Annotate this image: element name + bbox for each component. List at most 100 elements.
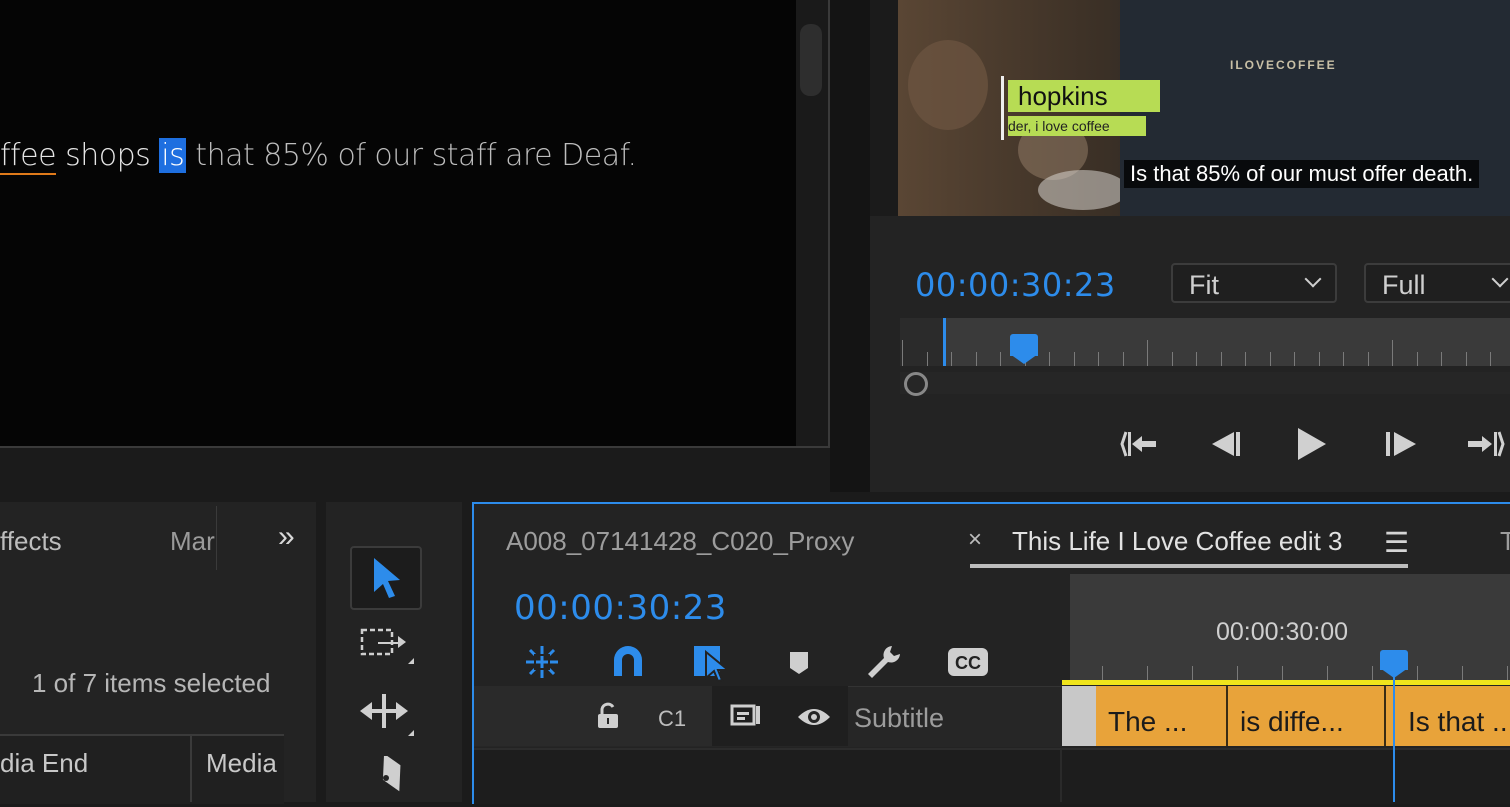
more-tabs-button[interactable]: » xyxy=(278,520,295,554)
transcript-word[interactable]: shops xyxy=(56,138,159,173)
tab-divider xyxy=(216,506,217,570)
selection-tool-button[interactable] xyxy=(350,546,422,610)
tab-markers[interactable]: Mar xyxy=(170,526,215,557)
step-forward-button[interactable] xyxy=(1382,424,1422,464)
caption-clip[interactable]: is diffe... xyxy=(1228,686,1386,746)
track-name[interactable]: Subtitle xyxy=(854,703,944,734)
track-target-c1[interactable]: C1 xyxy=(658,706,686,732)
panel-divider[interactable] xyxy=(830,0,870,492)
caption-clip[interactable]: Is that ... xyxy=(1386,686,1510,746)
apron-logo-text: ILOVECOFFEE xyxy=(1230,58,1337,72)
text-panel xyxy=(0,0,830,448)
panel-menu-icon[interactable]: ☰ xyxy=(1384,526,1409,559)
go-to-out-icon xyxy=(1468,431,1505,457)
monitor-playhead[interactable] xyxy=(1010,334,1038,356)
nest-sequence-icon xyxy=(526,646,558,678)
timeline-playhead-line[interactable] xyxy=(1393,670,1395,802)
selected-word[interactable]: is xyxy=(159,138,187,173)
ruler-tick xyxy=(1441,352,1442,366)
ruler-tick xyxy=(1367,352,1369,366)
snap-button[interactable] xyxy=(608,642,648,682)
ruler-tick xyxy=(1000,352,1001,366)
track-header-divider xyxy=(1060,750,1062,802)
ruler-tick xyxy=(1490,352,1491,366)
toggle-track-output-button[interactable] xyxy=(796,704,832,730)
play-button[interactable] xyxy=(1292,424,1332,464)
in-point-marker[interactable] xyxy=(943,318,946,366)
tab-effects[interactable]: ffects xyxy=(0,526,62,557)
go-to-in-icon xyxy=(1120,431,1156,457)
ruler-tick xyxy=(1465,352,1467,366)
go-to-out-button[interactable] xyxy=(1466,424,1506,464)
razor-blade-icon xyxy=(382,753,401,792)
monitor-playhead-tip xyxy=(1010,354,1038,364)
eye-icon xyxy=(798,709,830,725)
column-header-media-end[interactable]: dia End xyxy=(0,748,88,779)
monitor-zoom-scrollbar[interactable] xyxy=(900,372,1510,394)
program-timecode[interactable]: 00:00:30:23 xyxy=(915,266,1116,304)
zoom-scroll-handle[interactable] xyxy=(904,372,928,396)
work-area-bar[interactable] xyxy=(1062,680,1510,685)
ruler-tick xyxy=(1098,352,1099,366)
tab-sequence-proxy[interactable]: A008_07141428_C020_Proxy xyxy=(506,526,854,557)
ruler-tick xyxy=(1171,352,1173,366)
ruler-tick xyxy=(951,352,952,366)
selection-count: 1 of 7 items selected xyxy=(32,668,271,698)
go-to-in-button[interactable] xyxy=(1120,424,1160,464)
column-divider[interactable] xyxy=(190,736,192,802)
ruler-tick xyxy=(1269,352,1271,366)
sync-lock-button[interactable] xyxy=(728,700,764,732)
play-icon xyxy=(1298,428,1326,460)
sequence-timecode[interactable]: 00:00:30:23 xyxy=(514,588,727,628)
timeline-settings-button[interactable] xyxy=(864,642,904,682)
step-forward-icon xyxy=(1386,432,1416,456)
ripple-edit-tool-button[interactable] xyxy=(358,690,418,740)
linked-selection-button[interactable] xyxy=(692,642,732,683)
ruler-tick xyxy=(1122,352,1124,366)
step-back-button[interactable] xyxy=(1206,424,1246,464)
unlock-icon xyxy=(598,702,618,728)
svg-text:CC: CC xyxy=(955,653,981,673)
ruler-tick xyxy=(1343,352,1344,366)
ruler-tick xyxy=(1318,352,1320,366)
magnet-icon xyxy=(614,646,642,676)
zoom-level-select[interactable]: Fit xyxy=(1171,263,1337,303)
lower-third-name: hopkins xyxy=(1008,80,1160,112)
timeline-playhead[interactable] xyxy=(1380,650,1408,670)
video-bokeh xyxy=(908,40,988,130)
tab-next-sequence[interactable]: T xyxy=(1500,526,1510,557)
zoom-level-value: Fit xyxy=(1189,270,1219,300)
column-header-media[interactable]: Media xyxy=(206,748,277,779)
tab-sequence-active[interactable]: This Life I Love Coffee edit 3 xyxy=(1012,526,1343,557)
insert-nest-button[interactable] xyxy=(522,642,562,682)
resolution-select[interactable]: Full xyxy=(1364,263,1510,303)
ruler-tick xyxy=(975,352,977,366)
transcript-rest[interactable]: that 85% of our staff are Deaf. xyxy=(186,138,637,173)
step-back-icon xyxy=(1212,432,1240,456)
timeline-ruler-tick xyxy=(1462,666,1463,680)
ruler-tick xyxy=(1073,352,1075,366)
track-select-tool-button[interactable] xyxy=(358,624,418,674)
transcript-word[interactable]: ffee xyxy=(0,138,57,175)
ripple-edit-icon xyxy=(360,694,414,736)
timeline-ruler-tick xyxy=(1192,666,1193,680)
track-lock-button[interactable] xyxy=(596,702,620,735)
caption-clip[interactable]: The ... xyxy=(1096,686,1228,746)
clip-gap[interactable] xyxy=(1062,686,1096,746)
timeline-ruler-tick xyxy=(1102,666,1103,680)
add-marker-button[interactable] xyxy=(782,646,816,680)
track-empty-area[interactable] xyxy=(474,748,1510,804)
ruler-tick xyxy=(1294,352,1295,366)
scrollbar-thumb[interactable] xyxy=(800,24,822,96)
lower-third-bar xyxy=(1001,76,1004,140)
closed-captions-icon: CC xyxy=(948,648,988,676)
captions-button[interactable]: CC xyxy=(946,644,990,680)
timeline-ruler-tick xyxy=(1417,666,1418,680)
ruler-tick xyxy=(1392,340,1393,366)
chevron-down-icon xyxy=(1491,270,1509,288)
transcript-line[interactable]: ffee shops is that 85% of our staff are … xyxy=(0,138,637,175)
resolution-value: Full xyxy=(1382,270,1426,300)
razor-tool-button[interactable] xyxy=(358,753,418,802)
close-tab-icon[interactable]: × xyxy=(968,526,982,554)
ruler-tick xyxy=(1049,352,1050,366)
